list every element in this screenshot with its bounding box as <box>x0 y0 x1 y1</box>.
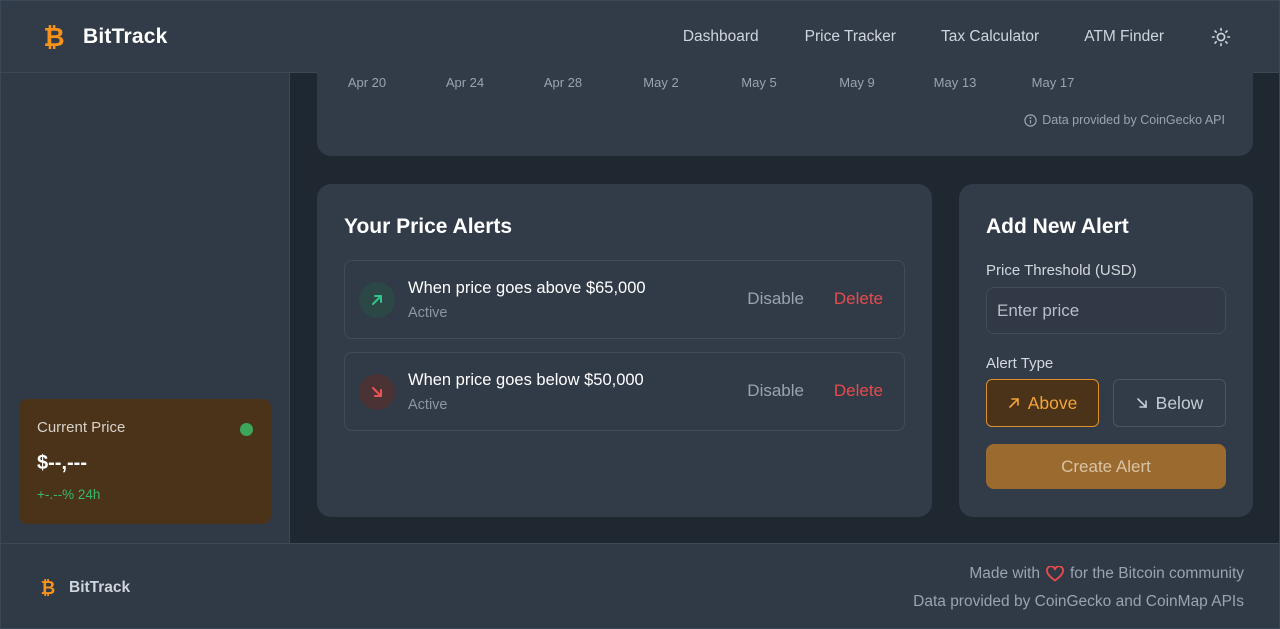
svg-text:₿: ₿ <box>43 23 64 51</box>
footer-brand: ₿ BitTrack <box>41 578 130 598</box>
brand-logo[interactable]: ₿ BitTrack <box>43 23 167 51</box>
bitcoin-icon: ₿ <box>41 578 55 598</box>
nav-atm-finder[interactable]: ATM Finder <box>1084 28 1164 46</box>
delete-alert-button[interactable]: Delete <box>834 289 883 309</box>
nav-tax-calculator[interactable]: Tax Calculator <box>941 28 1039 46</box>
footer: ₿ BitTrack Made with for the Bitcoin com… <box>1 543 1279 628</box>
x-tick-label: May 2 <box>643 75 679 90</box>
nav-price-tracker[interactable]: Price Tracker <box>805 28 896 46</box>
nav-dashboard[interactable]: Dashboard <box>683 28 759 46</box>
create-alert-button[interactable]: Create Alert <box>986 444 1226 489</box>
price-chart-card: Apr 20 Apr 24 Apr 28 May 2 May 5 May 9 M… <box>317 51 1253 156</box>
price-threshold-input[interactable] <box>986 287 1226 334</box>
price-threshold-label: Price Threshold (USD) <box>986 262 1137 279</box>
current-price-card: Current Price $--,--- +-.--% 24h <box>19 399 271 524</box>
alert-status: Active <box>408 397 448 413</box>
alert-type-below-button[interactable]: Below <box>1113 379 1226 427</box>
x-tick-label: Apr 24 <box>445 75 485 90</box>
alert-type-below-label: Below <box>1155 392 1204 413</box>
x-tick-label: May 5 <box>741 75 777 90</box>
arrow-up-right-icon <box>359 282 395 318</box>
disable-alert-button[interactable]: Disable <box>747 381 804 401</box>
alert-item: When price goes below $50,000 Active Dis… <box>344 352 905 431</box>
delete-alert-button[interactable]: Delete <box>834 381 883 401</box>
chart-source-note: Data provided by CoinGecko API <box>1024 113 1225 127</box>
alert-type-above-button[interactable]: Above <box>986 379 1099 427</box>
arrow-down-right-icon <box>359 374 395 410</box>
alert-type-above-label: Above <box>1027 392 1078 413</box>
heart-icon <box>1046 566 1064 582</box>
x-tick-label: May 9 <box>839 75 875 90</box>
current-price-label: Current Price <box>37 419 126 436</box>
price-change-24h: +-.--% 24h <box>37 487 101 502</box>
disable-alert-button[interactable]: Disable <box>747 289 804 309</box>
info-icon <box>1024 113 1037 127</box>
add-alert-title: Add New Alert <box>986 215 1129 238</box>
bitcoin-icon: ₿ <box>43 23 64 51</box>
sun-icon <box>1211 27 1231 47</box>
alert-status: Active <box>408 305 448 321</box>
footer-brand-name: BitTrack <box>69 579 131 596</box>
live-status-dot <box>240 423 253 436</box>
app-window: ₿ BitTrack Dashboard Price Tracker Tax C… <box>0 0 1280 629</box>
x-tick-label: Apr 28 <box>543 75 583 90</box>
theme-toggle-button[interactable] <box>1209 25 1233 49</box>
chart-source-text: Data provided by CoinGecko API <box>1042 113 1225 127</box>
alerts-title: Your Price Alerts <box>344 215 513 238</box>
current-price-value: $--,--- <box>37 452 87 474</box>
footer-data-note: Data provided by CoinGecko and CoinMap A… <box>913 593 1244 610</box>
footer-made-with: Made with for the Bitcoin community <box>969 565 1244 583</box>
alert-condition: When price goes above $65,000 <box>408 279 646 297</box>
x-tick-label: May 13 <box>933 75 977 90</box>
footer-made-prefix: Made with <box>969 565 1040 582</box>
sidebar: Current Price $--,--- +-.--% 24h <box>1 73 290 543</box>
price-alerts-card: Your Price Alerts When price goes above … <box>317 184 932 517</box>
alert-type-label: Alert Type <box>986 355 1054 372</box>
footer-made-suffix: for the Bitcoin community <box>1069 565 1244 582</box>
x-tick-label: May 17 <box>1031 75 1075 90</box>
alert-condition: When price goes below $50,000 <box>408 371 644 389</box>
add-alert-card: Add New Alert Price Threshold (USD) Aler… <box>959 184 1253 517</box>
svg-text:₿: ₿ <box>41 578 55 598</box>
x-tick-label: Apr 20 <box>347 75 387 90</box>
alert-item: When price goes above $65,000 Active Dis… <box>344 260 905 339</box>
arrow-down-right-icon <box>1136 398 1147 408</box>
arrow-up-right-icon <box>1008 398 1019 408</box>
brand-name: BitTrack <box>83 25 168 48</box>
